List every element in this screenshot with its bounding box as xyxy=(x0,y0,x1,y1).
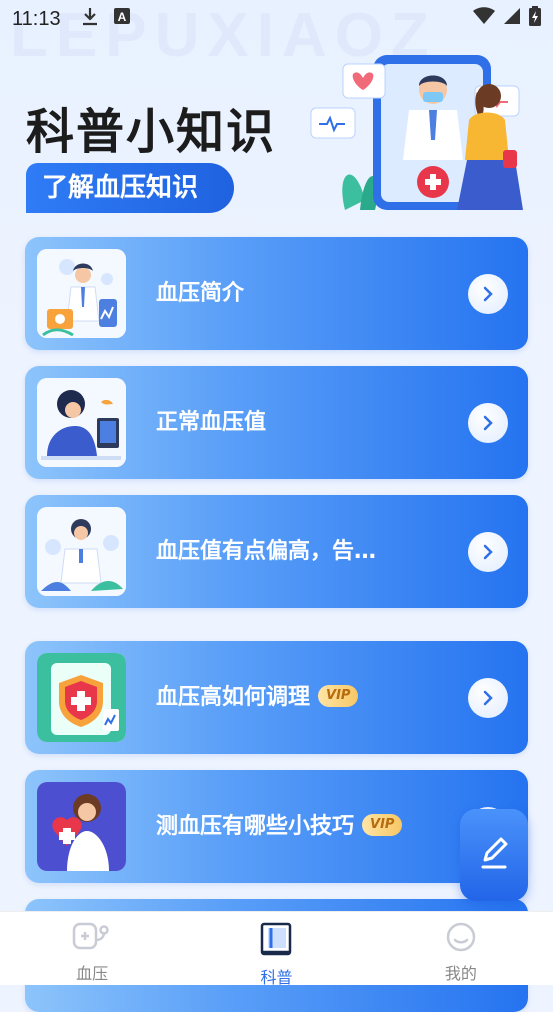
nav-label: 科普 xyxy=(260,968,293,987)
article-card-1-label: 血压简介 xyxy=(156,237,244,350)
status-bar: 11:13 A xyxy=(0,0,553,38)
stethoscope-icon xyxy=(72,922,112,960)
nav-item-mine[interactable]: 我的 xyxy=(369,912,553,985)
article-thumbnail-5 xyxy=(37,782,126,871)
article-card-4[interactable]: 血压高如何调理 VIP xyxy=(25,641,528,754)
svg-text:A: A xyxy=(117,10,126,24)
article-title: 血压值有点偏高，告… xyxy=(156,539,377,564)
edit-floating-button[interactable] xyxy=(460,809,528,901)
page-subtitle-banner: 了解血压知识 xyxy=(26,163,235,213)
article-thumbnail-3 xyxy=(37,507,126,596)
chevron-right-icon[interactable] xyxy=(468,274,508,314)
bottom-navigation: 血压 科普 我的 xyxy=(0,911,553,987)
article-card-4-label: 血压高如何调理 VIP xyxy=(156,641,359,754)
article-card-2[interactable]: 正常血压值 xyxy=(25,366,528,479)
smile-icon xyxy=(444,922,478,960)
pencil-icon xyxy=(475,834,513,876)
article-thumbnail-1 xyxy=(37,249,126,338)
doctor-consultation-illustration xyxy=(305,50,535,215)
article-title: 血压高如何调理 xyxy=(156,685,311,710)
chevron-right-icon[interactable] xyxy=(468,532,508,572)
article-thumbnail-4 xyxy=(37,653,126,742)
signal-icon xyxy=(503,7,521,31)
article-card-3-label: 血压值有点偏高，告… xyxy=(156,495,376,608)
status-time: 11:13 xyxy=(12,7,61,30)
article-card-5-label: 测血压有哪些小技巧 VIP xyxy=(156,770,403,883)
wifi-icon xyxy=(473,7,495,31)
nav-label: 血压 xyxy=(76,964,109,983)
nav-item-blood-pressure[interactable]: 血压 xyxy=(0,912,184,985)
article-card-3[interactable]: 血压值有点偏高，告… xyxy=(25,495,528,608)
article-card-2-label: 正常血压值 xyxy=(156,366,266,479)
article-title: 正常血压值 xyxy=(156,410,267,435)
vip-badge: VIP xyxy=(362,814,403,836)
article-thumbnail-2 xyxy=(37,378,126,467)
nav-item-science[interactable]: 科普 xyxy=(184,912,368,987)
font-notification-icon: A xyxy=(113,7,131,31)
article-title: 血压简介 xyxy=(156,281,245,306)
article-title: 测血压有哪些小技巧 xyxy=(156,814,355,839)
article-card-5[interactable]: 测血压有哪些小技巧 VIP xyxy=(25,770,528,883)
vip-badge: VIP xyxy=(318,685,359,707)
chevron-right-icon[interactable] xyxy=(468,678,508,718)
chevron-right-icon[interactable] xyxy=(468,403,508,443)
page-title: 科普小知识 xyxy=(26,104,277,160)
download-icon xyxy=(81,6,99,32)
article-card-1[interactable]: 血压简介 xyxy=(25,237,528,350)
status-right xyxy=(473,6,541,32)
nav-label: 我的 xyxy=(444,964,477,983)
battery-icon xyxy=(529,6,541,32)
book-icon xyxy=(259,922,293,964)
